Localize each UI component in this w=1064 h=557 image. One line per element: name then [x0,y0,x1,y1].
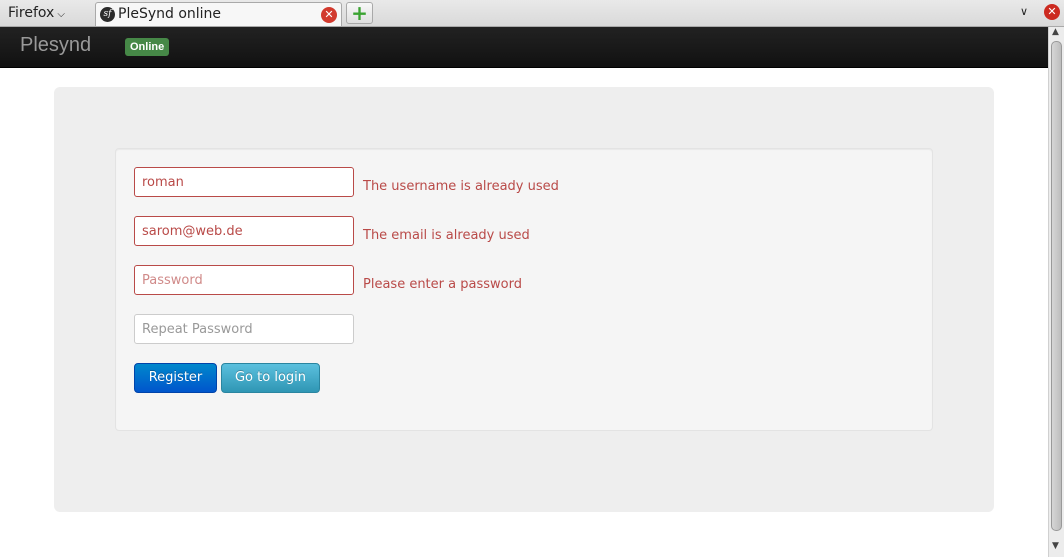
tab-title: PleSynd online [118,6,222,22]
password-error: Please enter a password [363,277,522,292]
tab-close-icon[interactable]: ✕ [321,7,337,23]
top-navbar: Plesynd Online [0,27,1048,68]
symfony-favicon-icon: sf [100,7,115,22]
registration-form: The username is already used The email i… [115,148,933,431]
browser-tab[interactable]: sf PleSynd online ✕ [95,2,342,26]
firefox-menu-label: Firefox [8,5,55,21]
email-field[interactable] [134,216,354,246]
tab-list-chevron-icon[interactable]: ∨ [1020,5,1028,18]
scroll-up-arrow-icon[interactable]: ▲ [1052,27,1059,37]
repeat-password-field[interactable] [134,314,354,344]
new-tab-button[interactable]: + [346,2,373,24]
register-button[interactable]: Register [134,363,217,393]
vertical-scrollbar[interactable]: ▲ ▼ [1048,27,1064,557]
hero-unit: The username is already used The email i… [54,87,994,512]
status-badge: Online [125,38,170,56]
scroll-thumb[interactable] [1051,41,1062,531]
brand-logo[interactable]: Plesynd [20,34,91,57]
email-error: The email is already used [363,228,530,243]
browser-tab-bar: Firefox ⌵ sf PleSynd online ✕ + ∨ ✕ [0,0,1064,27]
scroll-down-arrow-icon[interactable]: ▼ [1052,541,1059,551]
go-to-login-button[interactable]: Go to login [221,363,320,393]
window-close-icon[interactable]: ✕ [1044,4,1060,20]
username-field[interactable] [134,167,354,197]
firefox-menu-button[interactable]: Firefox ⌵ [0,0,76,26]
chevron-down-icon: ⌵ [57,9,65,20]
password-field[interactable] [134,265,354,295]
username-error: The username is already used [363,179,559,194]
